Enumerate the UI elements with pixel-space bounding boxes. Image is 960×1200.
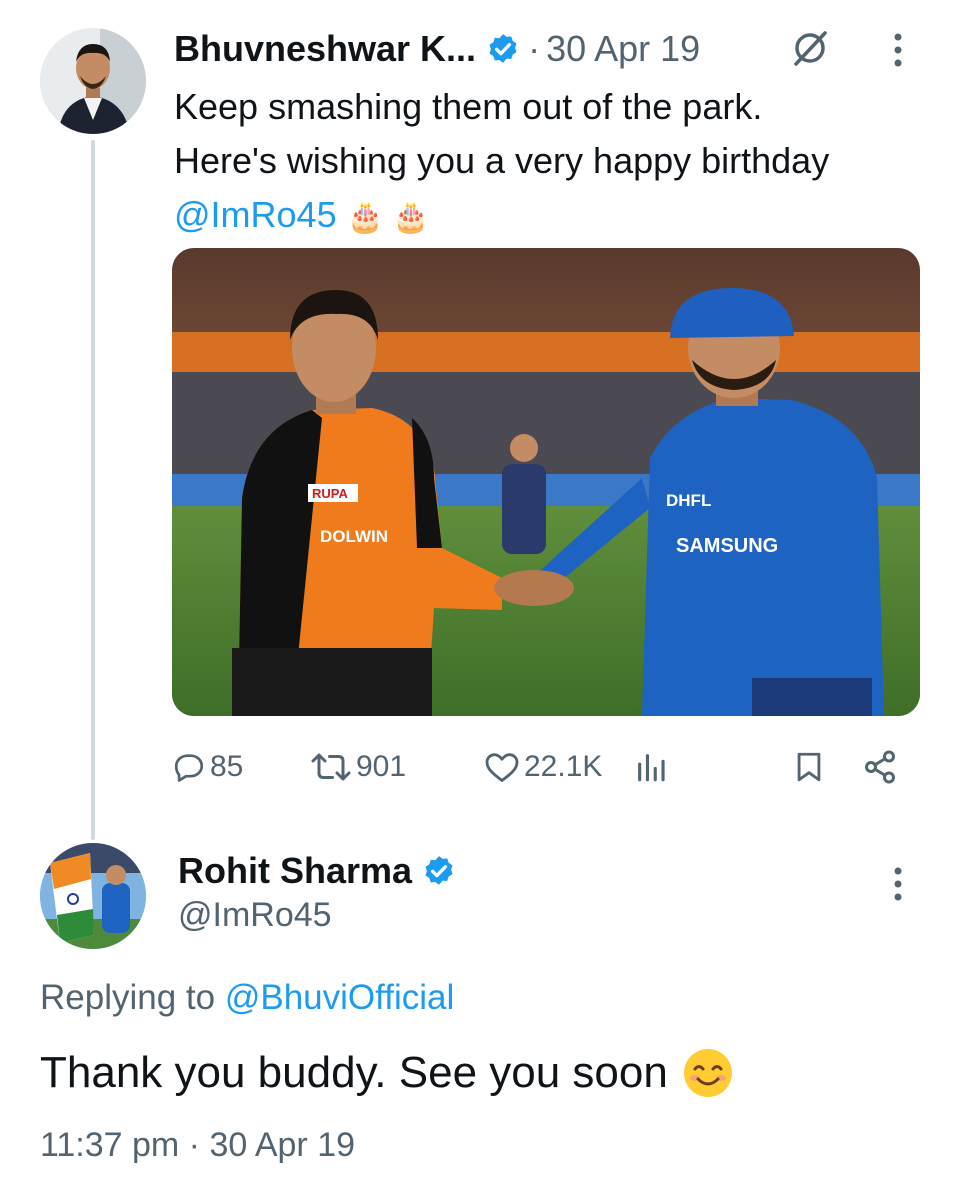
reply-count: 85 bbox=[210, 750, 244, 783]
grok-icon[interactable] bbox=[790, 28, 830, 68]
tweet-date[interactable]: 30 Apr 19 bbox=[546, 28, 700, 70]
tweet-text-line: Keep smashing them out of the park. bbox=[174, 86, 763, 127]
thread-line bbox=[91, 140, 95, 840]
jersey-text: SAMSUNG bbox=[676, 535, 778, 557]
views-button[interactable] bbox=[634, 742, 668, 792]
share-icon bbox=[865, 750, 895, 784]
replying-prefix: Replying to bbox=[40, 978, 225, 1017]
mention-link[interactable]: @ImRo45 bbox=[174, 194, 337, 235]
smile-emoji-icon bbox=[682, 1047, 734, 1099]
reply-timestamp[interactable]: 11:37 pm · 30 Apr 19 bbox=[40, 1126, 355, 1165]
replying-to: Replying to @BhuviOfficial bbox=[40, 978, 454, 1018]
tweet-action-bar: 85 901 22.1K bbox=[172, 742, 912, 792]
jersey-text: DHFL bbox=[666, 491, 711, 510]
retweet-button[interactable]: 901 bbox=[310, 742, 406, 792]
tweet-photo[interactable]: RUPA DOLWIN DHFL SAMSUNG bbox=[172, 248, 920, 716]
like-count: 22.1K bbox=[524, 750, 603, 783]
tweet-text-line: Here's wishing you a very happy birthday bbox=[174, 140, 830, 181]
birthday-cake-emoji: 🎂 🎂 bbox=[346, 201, 430, 234]
jersey-text: RUPA bbox=[312, 486, 348, 501]
dot-separator: · bbox=[528, 28, 541, 69]
rohit-avatar[interactable] bbox=[40, 843, 146, 949]
jersey-text: DOLWIN bbox=[320, 527, 388, 546]
reply-text-body: Thank you buddy. See you soon bbox=[40, 1048, 668, 1097]
author-name[interactable]: Bhuvneshwar K... bbox=[174, 28, 476, 70]
author-name[interactable]: Rohit Sharma bbox=[178, 850, 412, 892]
retweet-icon bbox=[311, 753, 351, 781]
reply-handle[interactable]: @ImRo45 bbox=[178, 896, 332, 935]
tweet-header: Bhuvneshwar K... · 30 Apr 19 bbox=[174, 24, 700, 74]
reply-author[interactable]: Rohit Sharma bbox=[178, 848, 464, 894]
reply-text: Thank you buddy. See you soon bbox=[40, 1047, 734, 1099]
more-icon[interactable] bbox=[893, 30, 903, 70]
replying-to-link[interactable]: @BhuviOfficial bbox=[225, 978, 454, 1017]
bhuvi-avatar[interactable] bbox=[40, 28, 146, 134]
bookmark-button[interactable] bbox=[792, 742, 826, 792]
tweet-text: Keep smashing them out of the park. Here… bbox=[174, 80, 934, 245]
like-button[interactable]: 22.1K bbox=[484, 742, 602, 792]
verified-badge-icon bbox=[486, 32, 520, 66]
reply-icon bbox=[174, 754, 204, 782]
views-icon bbox=[638, 754, 665, 782]
like-icon bbox=[485, 753, 519, 782]
share-button[interactable] bbox=[862, 742, 898, 792]
retweet-count: 901 bbox=[356, 750, 407, 783]
tweet-text-line: @ImRo45 🎂 🎂 bbox=[174, 188, 934, 245]
bookmark-icon bbox=[797, 752, 821, 782]
reply-button[interactable]: 85 bbox=[172, 742, 243, 792]
more-icon[interactable] bbox=[893, 864, 903, 904]
verified-badge-icon bbox=[422, 854, 456, 888]
